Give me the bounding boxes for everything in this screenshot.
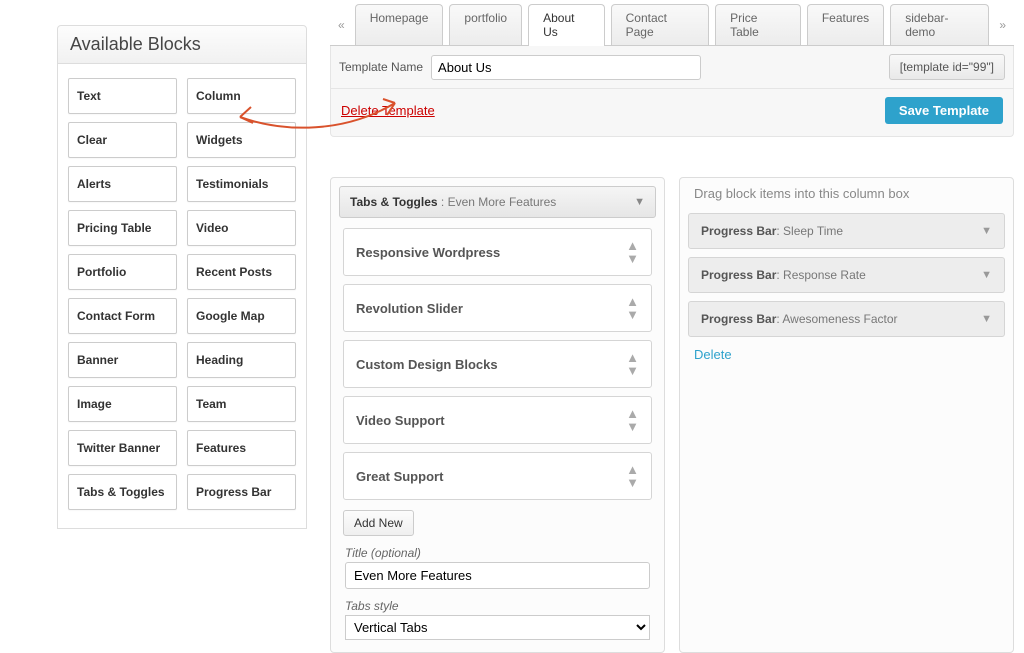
tab-item[interactable]: Revolution Slider ▲▼ xyxy=(343,284,652,332)
template-name-bar: Template Name [template id="99"] xyxy=(330,46,1014,89)
tab-item-label: Video Support xyxy=(356,413,445,428)
block-pricing-table[interactable]: Pricing Table xyxy=(68,210,177,246)
builder-area: « HomepageportfolioAbout UsContact PageP… xyxy=(330,4,1014,653)
tabs-scroll-left-icon[interactable]: « xyxy=(334,18,349,32)
block-tabs-toggles[interactable]: Tabs & Toggles xyxy=(68,474,177,510)
builder-column-left[interactable]: Tabs & Toggles : Even More Features ▼ Re… xyxy=(330,177,665,653)
tab-item[interactable]: Great Support ▲▼ xyxy=(343,452,652,500)
block-recent-posts[interactable]: Recent Posts xyxy=(187,254,296,290)
tab-item-label: Custom Design Blocks xyxy=(356,357,498,372)
drag-handle-icon[interactable]: ▲▼ xyxy=(626,407,639,433)
module-header-progress-bar[interactable]: Progress Bar : Sleep Time ▼ xyxy=(688,213,1005,249)
tab-item[interactable]: Responsive Wordpress ▲▼ xyxy=(343,228,652,276)
tab-portfolio[interactable]: portfolio xyxy=(449,4,522,45)
column-drop-hint: Drag block items into this column box xyxy=(688,182,1005,213)
module-subtitle: : Awesomeness Factor xyxy=(776,312,897,326)
block-alerts[interactable]: Alerts xyxy=(68,166,177,202)
delete-template-link[interactable]: Delete Template xyxy=(341,103,435,118)
block-heading[interactable]: Heading xyxy=(187,342,296,378)
block-twitter-banner[interactable]: Twitter Banner xyxy=(68,430,177,466)
tab-price-table[interactable]: Price Table xyxy=(715,4,801,45)
chevron-down-icon[interactable]: ▼ xyxy=(981,313,992,325)
block-video[interactable]: Video xyxy=(187,210,296,246)
available-blocks-list: Text Column Clear Widgets Alerts Testimonials… xyxy=(57,64,307,529)
module-header-tabs-toggles[interactable]: Tabs & Toggles : Even More Features ▼ xyxy=(339,186,656,218)
block-text[interactable]: Text xyxy=(68,78,177,114)
tab-item[interactable]: Video Support ▲▼ xyxy=(343,396,652,444)
column-delete-link[interactable]: Delete xyxy=(688,345,1005,364)
tab-about-us[interactable]: About Us xyxy=(528,4,605,45)
module-header-progress-bar[interactable]: Progress Bar : Response Rate ▼ xyxy=(688,257,1005,293)
module-type: Progress Bar xyxy=(701,312,776,326)
tab-item-label: Revolution Slider xyxy=(356,301,463,316)
drag-handle-icon[interactable]: ▲▼ xyxy=(626,295,639,321)
template-tabs: « HomepageportfolioAbout UsContact PageP… xyxy=(330,4,1014,46)
block-image[interactable]: Image xyxy=(68,386,177,422)
block-testimonials[interactable]: Testimonials xyxy=(187,166,296,202)
add-new-button[interactable]: Add New xyxy=(343,510,414,536)
module-subtitle: : Sleep Time xyxy=(776,224,843,238)
tab-sidebar-demo[interactable]: sidebar-demo xyxy=(890,4,989,45)
tabs-scroll-right-icon[interactable]: » xyxy=(995,18,1010,32)
block-features[interactable]: Features xyxy=(187,430,296,466)
block-contact-form[interactable]: Contact Form xyxy=(68,298,177,334)
template-name-input[interactable] xyxy=(431,55,701,80)
module-type: Progress Bar xyxy=(701,268,776,282)
tab-item-label: Great Support xyxy=(356,469,443,484)
module-title-input[interactable] xyxy=(345,562,650,589)
available-blocks-panel: Available Blocks Text Column Clear Widgets A… xyxy=(57,25,307,529)
save-template-button[interactable]: Save Template xyxy=(885,97,1003,124)
drag-handle-icon[interactable]: ▲▼ xyxy=(626,239,639,265)
tab-contact-page[interactable]: Contact Page xyxy=(611,4,710,45)
tab-item[interactable]: Custom Design Blocks ▲▼ xyxy=(343,340,652,388)
module-header-progress-bar[interactable]: Progress Bar : Awesomeness Factor ▼ xyxy=(688,301,1005,337)
title-field-label: Title (optional) xyxy=(345,546,656,560)
builder-column-right[interactable]: Drag block items into this column box Pr… xyxy=(679,177,1014,653)
module-subtitle: : Response Rate xyxy=(776,268,865,282)
module-subtitle: : Even More Features xyxy=(438,195,557,209)
block-portfolio[interactable]: Portfolio xyxy=(68,254,177,290)
tabs-style-select[interactable]: Vertical Tabs xyxy=(345,615,650,640)
block-google-map[interactable]: Google Map xyxy=(187,298,296,334)
template-action-row: Delete Template Save Template xyxy=(330,89,1014,137)
block-widgets[interactable]: Widgets xyxy=(187,122,296,158)
style-field-label: Tabs style xyxy=(345,599,656,613)
template-name-label: Template Name xyxy=(339,60,423,74)
block-banner[interactable]: Banner xyxy=(68,342,177,378)
block-clear[interactable]: Clear xyxy=(68,122,177,158)
block-progress-bar[interactable]: Progress Bar xyxy=(187,474,296,510)
tab-homepage[interactable]: Homepage xyxy=(355,4,444,45)
tab-item-label: Responsive Wordpress xyxy=(356,245,500,260)
drag-handle-icon[interactable]: ▲▼ xyxy=(626,463,639,489)
block-team[interactable]: Team xyxy=(187,386,296,422)
chevron-down-icon[interactable]: ▼ xyxy=(634,196,645,208)
tab-features[interactable]: Features xyxy=(807,4,884,45)
module-type: Progress Bar xyxy=(701,224,776,238)
available-blocks-title: Available Blocks xyxy=(57,25,307,64)
chevron-down-icon[interactable]: ▼ xyxy=(981,269,992,281)
block-column[interactable]: Column xyxy=(187,78,296,114)
module-type: Tabs & Toggles xyxy=(350,195,438,209)
chevron-down-icon[interactable]: ▼ xyxy=(981,225,992,237)
template-shortcode-button[interactable]: [template id="99"] xyxy=(889,54,1005,80)
drag-handle-icon[interactable]: ▲▼ xyxy=(626,351,639,377)
